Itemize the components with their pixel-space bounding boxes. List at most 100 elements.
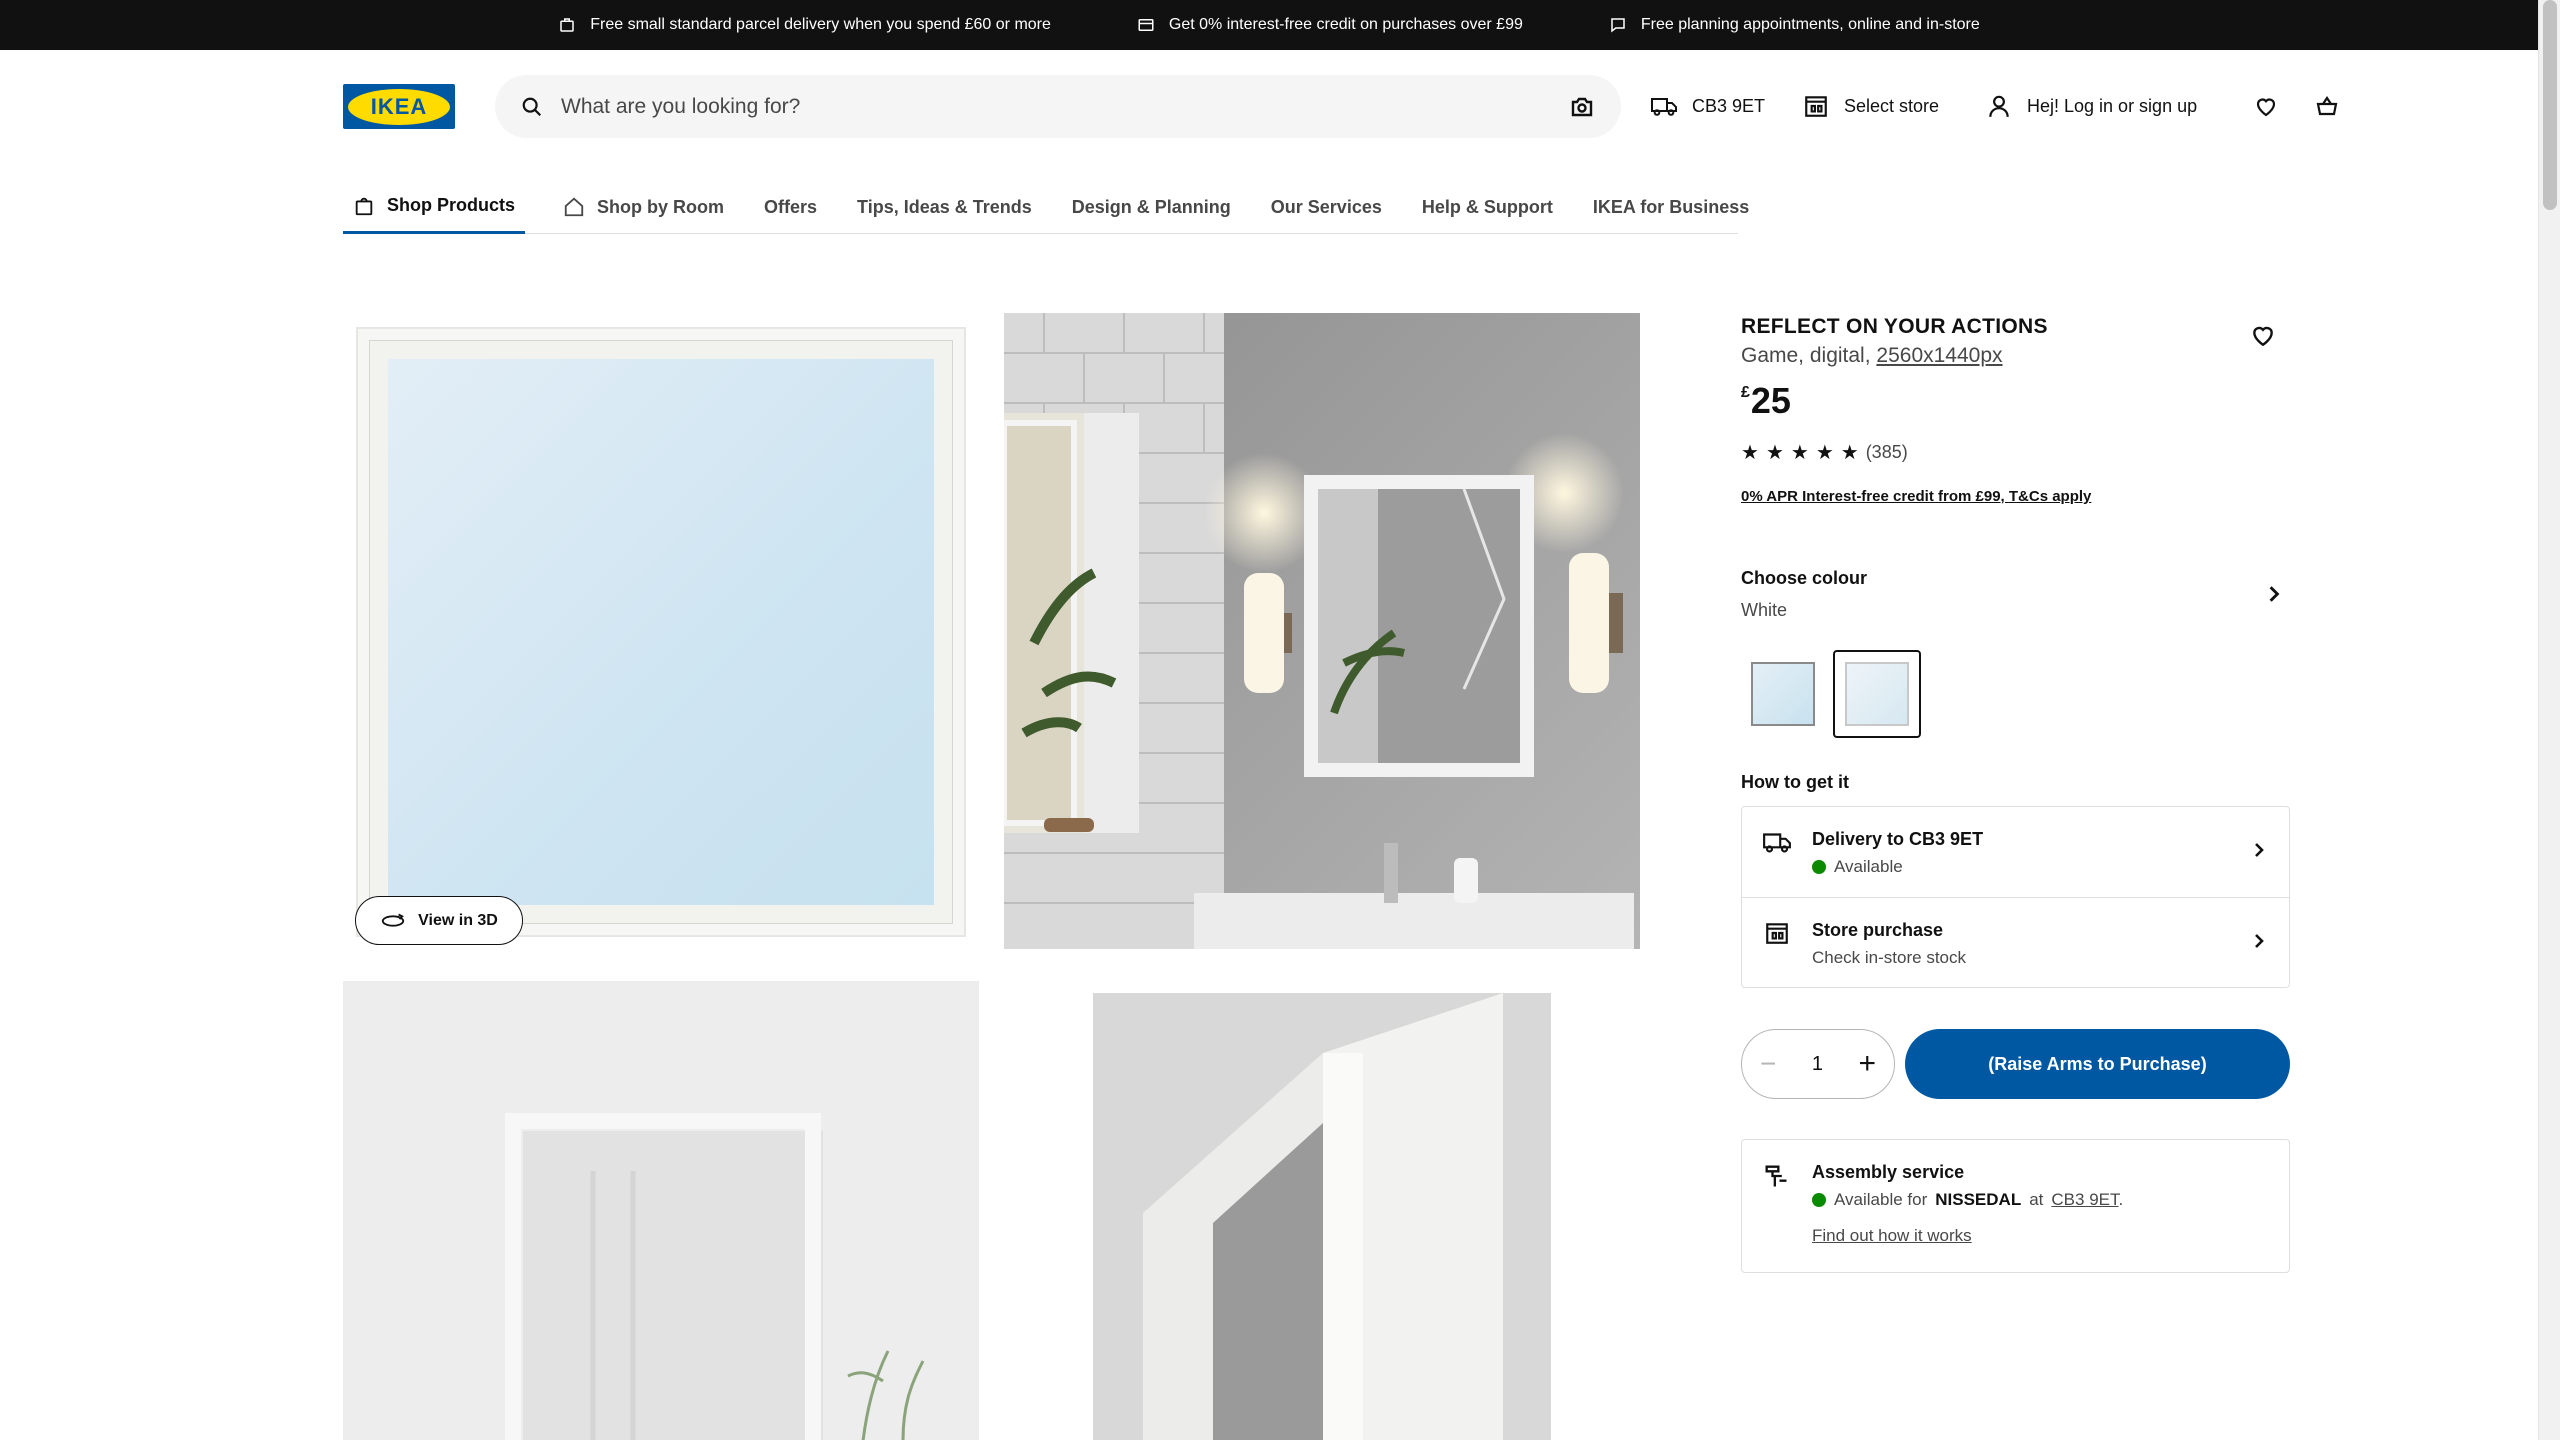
store-icon — [1766, 923, 1788, 944]
mirror-glass — [388, 359, 934, 905]
announcement-bar: Free small standard parcel delivery when… — [0, 0, 2538, 50]
basket-icon — [2316, 96, 2338, 116]
delivery-option[interactable]: Delivery to CB3 9ET Available — [1742, 807, 2289, 897]
camera-icon[interactable] — [1569, 95, 1595, 119]
rating[interactable]: ★ ★ ★ ★ ★ (385) — [1741, 442, 1908, 463]
star-icon: ★ — [1741, 441, 1759, 464]
assembly-service-box: Assembly service Available for NISSEDAL … — [1741, 1139, 2290, 1273]
search-bar[interactable] — [495, 75, 1621, 138]
mirror-frame — [370, 341, 952, 923]
assembly-postcode-link[interactable]: CB3 9ET — [2051, 1190, 2118, 1209]
assembly-prefix: Available for — [1834, 1190, 1928, 1209]
add-to-favourites-button[interactable] — [2250, 322, 2280, 352]
quantity-stepper[interactable]: − 1 + — [1741, 1029, 1895, 1099]
user-icon — [1989, 95, 2009, 117]
store-purchase-option[interactable]: Store purchase Check in-store stock — [1742, 897, 2289, 987]
decrease-quantity-button[interactable]: − — [1760, 1050, 1776, 1078]
tab-label: Help & Support — [1421, 196, 1553, 217]
login-button[interactable]: Hej! Log in or sign up — [1985, 88, 2197, 124]
assembly-title: Assembly service — [1812, 1162, 1965, 1182]
product-image-bathroom[interactable] — [1004, 313, 1640, 949]
tab-label: Offers — [764, 196, 818, 217]
selected-colour: White — [1741, 600, 1788, 620]
tab-design-planning[interactable]: Design & Planning — [1072, 180, 1231, 234]
scrollbar-thumb[interactable] — [2543, 0, 2557, 210]
house-icon — [564, 197, 584, 217]
announcement-planning[interactable]: Free planning appointments, online and i… — [1609, 16, 1980, 34]
chevron-right-icon — [2255, 843, 2264, 857]
star-icon: ★ — [1840, 441, 1859, 464]
product-size-link[interactable]: 2560x1440px — [1876, 344, 2002, 367]
basket-button[interactable] — [2311, 90, 2343, 122]
heart-icon — [2253, 326, 2273, 347]
colour-swatch-option[interactable] — [1751, 662, 1815, 726]
delivery-postcode-button[interactable]: CB3 9ET — [1650, 88, 1765, 124]
star-icon: ★ — [1790, 441, 1809, 464]
colour-chevron-icon[interactable] — [2265, 585, 2283, 608]
tab-label: Our Services — [1270, 196, 1382, 217]
review-count: (385) — [1865, 442, 1908, 462]
tab-label: Tips, Ideas & Trends — [857, 196, 1032, 217]
credit-link[interactable]: 0% APR Interest-free credit from £99, T&… — [1741, 488, 2091, 505]
assembly-how-it-works-link[interactable]: Find out how it works — [1812, 1226, 1972, 1246]
increase-quantity-button[interactable]: + — [1858, 1049, 1876, 1079]
tab-offers[interactable]: Offers — [764, 180, 817, 234]
delivery-status: Available — [1812, 857, 1903, 877]
quantity-value: 1 — [1811, 1052, 1823, 1075]
store-purchase-title: Store purchase — [1812, 920, 1944, 940]
assembly-product: NISSEDAL — [1935, 1190, 2022, 1209]
favourites-button[interactable] — [2250, 90, 2282, 122]
page-scrollbar[interactable] — [2538, 0, 2560, 1440]
announcement-credit[interactable]: Get 0% interest-free credit on purchases… — [1137, 16, 1523, 34]
product-image-detail[interactable] — [1093, 993, 1551, 1440]
rotate-3d-icon — [381, 913, 405, 927]
delivery-title: Delivery to CB3 9ET — [1812, 829, 1984, 849]
hallway-scene-illustration — [343, 981, 979, 1440]
truck-icon — [1651, 98, 1677, 116]
heart-icon — [2256, 98, 2276, 117]
delivery-status-text: Available — [1834, 857, 1903, 876]
purchase-button[interactable]: (Raise Arms to Purchase) — [1905, 1029, 2290, 1099]
announcement-text: Free planning appointments, online and i… — [1640, 16, 1980, 33]
view-in-3d-button[interactable]: View in 3D — [355, 896, 523, 945]
bag-icon — [355, 197, 373, 215]
assembly-at: at — [2029, 1190, 2044, 1209]
fulfilment-options: Delivery to CB3 9ET Available Store purc… — [1741, 806, 2290, 988]
tab-shop-by-room[interactable]: Shop by Room — [563, 180, 724, 234]
ikea-logo[interactable]: IKEA — [343, 84, 455, 129]
price-value: 25 — [1750, 380, 1791, 421]
search-input[interactable] — [561, 94, 1569, 119]
tab-shop-products[interactable]: Shop Products — [343, 180, 526, 234]
tab-our-services[interactable]: Our Services — [1271, 180, 1382, 234]
colour-swatch-selected[interactable] — [1833, 650, 1921, 738]
logo-text: IKEA — [370, 93, 428, 119]
announcement-text: Get 0% interest-free credit on purchases… — [1168, 16, 1523, 33]
chevron-right-icon — [2255, 934, 2264, 948]
store-icon — [1805, 96, 1827, 117]
truck-icon — [1763, 833, 1791, 853]
select-store-button[interactable]: Select store — [1802, 88, 1939, 124]
search-icon[interactable] — [521, 96, 543, 118]
product-image-main[interactable] — [356, 327, 966, 937]
product-price: £ 25 — [1741, 380, 1791, 422]
tab-tips-ideas-trends[interactable]: Tips, Ideas & Trends — [857, 180, 1032, 234]
chat-icon — [1611, 18, 1625, 33]
assembly-tools-icon — [1765, 1165, 1787, 1187]
store-label: Select store — [1844, 95, 1940, 116]
star-icon: ★ — [1815, 441, 1834, 464]
tab-ikea-for-business[interactable]: IKEA for Business — [1593, 180, 1749, 234]
login-label: Hej! Log in or sign up — [2027, 95, 2198, 116]
product-title: REFLECT ON YOUR ACTIONS — [1741, 315, 2048, 338]
announcement-parcel[interactable]: Free small standard parcel delivery when… — [558, 16, 1051, 34]
bathroom-scene-illustration — [1004, 313, 1640, 949]
mirror-detail-illustration — [1093, 993, 1551, 1440]
product-subtitle: Game, digital, 2560x1440px — [1741, 344, 2003, 368]
tab-help-support[interactable]: Help & Support — [1422, 180, 1553, 234]
choose-colour-label: Choose colour — [1741, 568, 1868, 588]
announcement-text: Free small standard parcel delivery when… — [590, 16, 1051, 33]
tab-label: Shop Products — [387, 195, 516, 215]
product-description: Game, digital, — [1741, 344, 1871, 367]
main-navigation: Shop Products Shop by Room Offers Tips, … — [343, 180, 1749, 234]
assembly-availability: Available for NISSEDAL at CB3 9ET. — [1812, 1190, 2123, 1210]
product-image-hallway[interactable] — [343, 981, 979, 1440]
